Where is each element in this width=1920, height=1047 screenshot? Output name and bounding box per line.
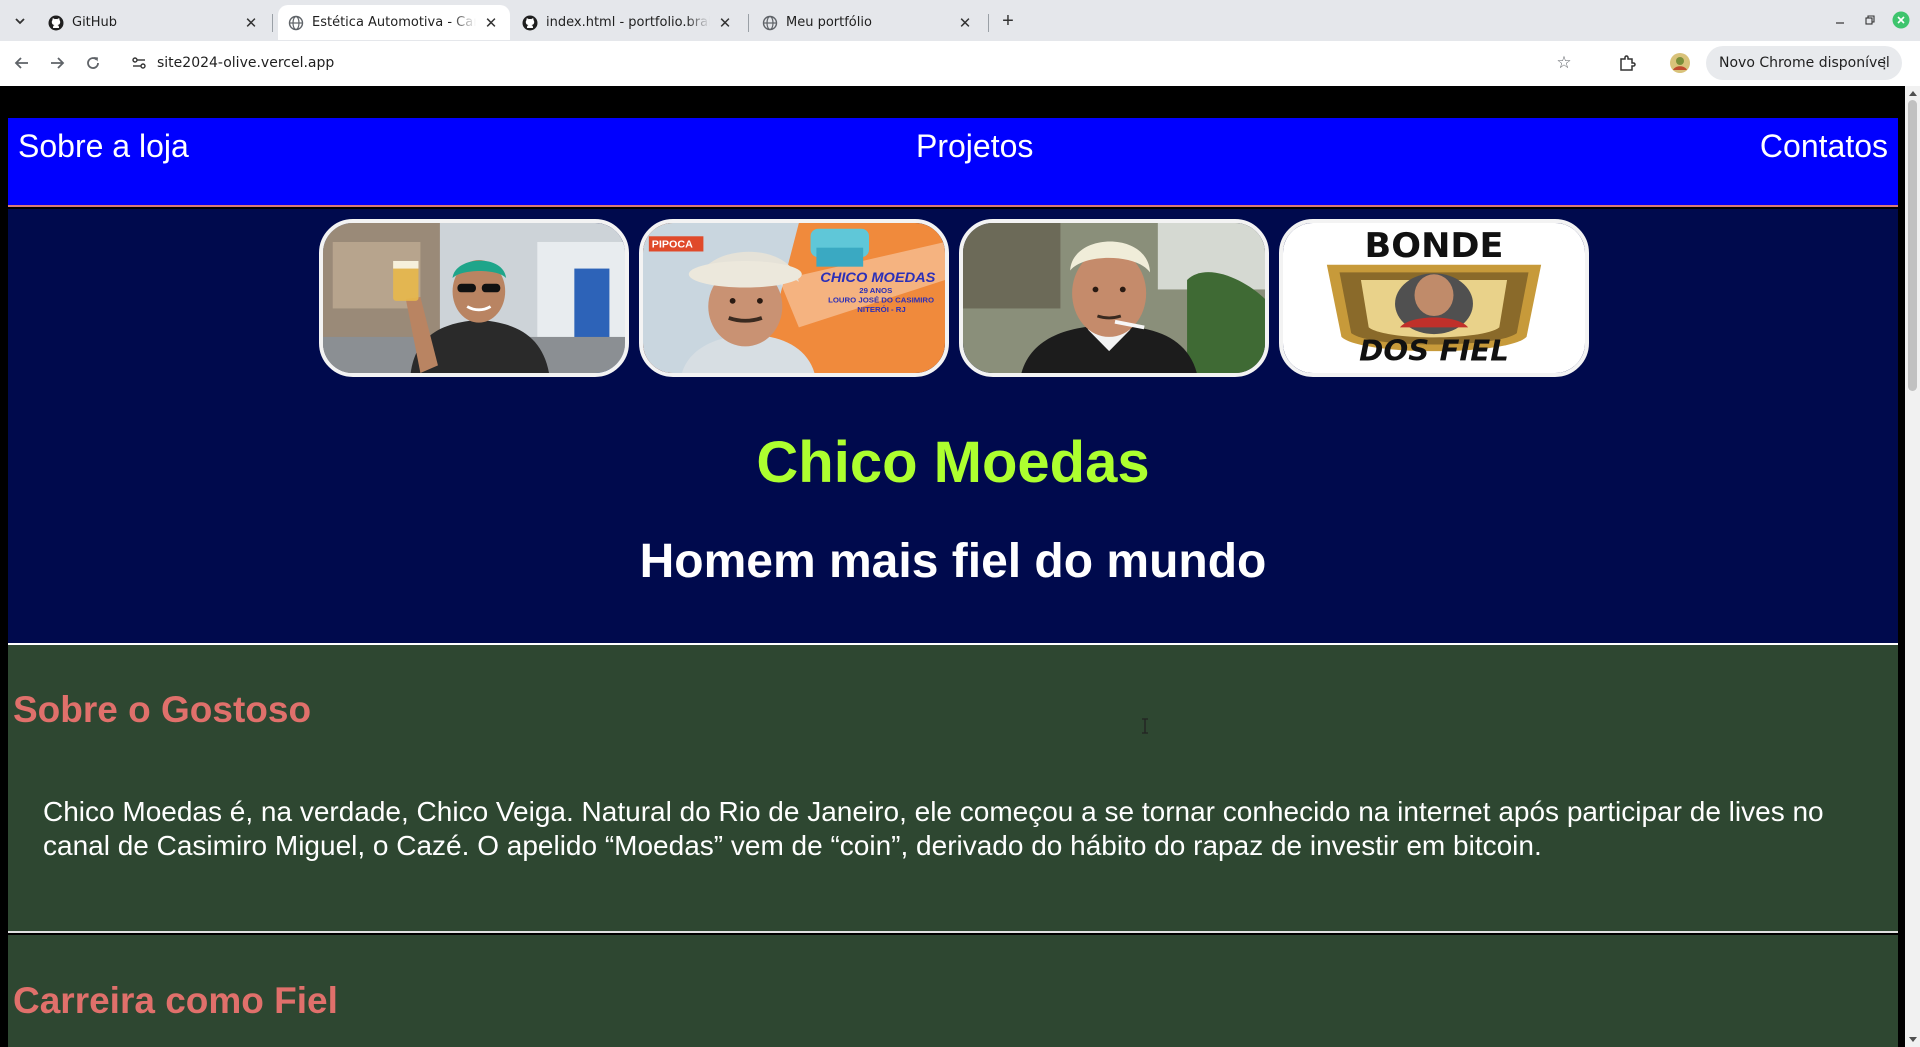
photo-bonde-badge: BONDE DOS FIEL bbox=[1279, 219, 1589, 377]
nav-link-projects[interactable]: Projetos bbox=[916, 128, 1033, 165]
github-icon bbox=[48, 15, 64, 30]
close-icon[interactable]: ✕ bbox=[242, 14, 260, 32]
about-heading: Sobre o Gostoso bbox=[13, 689, 312, 730]
globe-icon bbox=[762, 15, 778, 30]
poster-title: CHICO MOEDAS bbox=[820, 270, 936, 286]
update-label: Novo Chrome disponível bbox=[1719, 55, 1890, 71]
restore-icon bbox=[1865, 15, 1875, 25]
text-cursor-icon bbox=[1142, 718, 1148, 734]
extensions-button[interactable] bbox=[1615, 51, 1639, 75]
tab-title: index.html - portfolio.brabao bbox=[546, 15, 710, 30]
tab-title: Meu portfólio bbox=[786, 15, 872, 30]
address-bar[interactable]: site2024-olive.vercel.app ☆ bbox=[122, 46, 1582, 80]
github-icon bbox=[522, 15, 538, 30]
poster-line-2: NITERÓI - RJ bbox=[857, 305, 905, 314]
back-button[interactable] bbox=[10, 51, 34, 75]
puzzle-icon bbox=[1620, 55, 1636, 71]
scroll-up-arrow-icon[interactable] bbox=[1909, 91, 1917, 96]
tab-title: GitHub bbox=[72, 15, 118, 30]
new-tab-button[interactable]: + bbox=[995, 8, 1021, 34]
window-close-button[interactable] bbox=[1891, 10, 1911, 30]
poster-line-1: LOURO JOSÉ DO CASIMIRO bbox=[828, 296, 934, 305]
tab-github[interactable]: GitHub ✕ bbox=[38, 5, 270, 40]
badge-top-text: BONDE bbox=[1365, 227, 1504, 266]
nav-link-contacts[interactable]: Contatos bbox=[1760, 128, 1888, 165]
career-heading: Carreira como Fiel bbox=[13, 980, 338, 1021]
photo-smoking bbox=[959, 219, 1269, 377]
badge-bottom-text: DOS FIEL bbox=[1359, 334, 1509, 368]
hero-section: PIPOCA CHICO MOEDAS 29 ANOS LOURO JOSÉ D… bbox=[8, 209, 1898, 645]
browser-chrome: GitHub ✕ Estética Automotiva - Camaro ✕ … bbox=[0, 0, 1920, 86]
hero-title: Chico Moedas bbox=[756, 430, 1150, 495]
photo-toast bbox=[319, 219, 629, 377]
reload-button[interactable] bbox=[81, 51, 105, 75]
site-navbar: Sobre a loja Projetos Contatos bbox=[8, 118, 1898, 207]
arrow-right-icon bbox=[51, 57, 65, 69]
restore-button[interactable] bbox=[1860, 10, 1880, 30]
tab-index-html[interactable]: index.html - portfolio.brabao ✕ bbox=[512, 5, 744, 40]
tab-search-button[interactable] bbox=[8, 9, 32, 33]
chevron-down-icon bbox=[15, 18, 25, 25]
tab-strip: GitHub ✕ Estética Automotiva - Camaro ✕ … bbox=[0, 0, 1920, 41]
close-icon[interactable]: ✕ bbox=[482, 14, 500, 32]
chrome-update-button[interactable]: Novo Chrome disponível ⋮ bbox=[1706, 46, 1902, 80]
forward-button[interactable] bbox=[45, 51, 69, 75]
close-circle-icon bbox=[1892, 11, 1910, 29]
tab-separator bbox=[272, 14, 273, 32]
career-section: Carreira como Fiel bbox=[8, 935, 1898, 1047]
tab-title: Estética Automotiva - Camaro bbox=[312, 15, 476, 30]
tab-separator bbox=[748, 14, 749, 32]
reload-icon bbox=[87, 57, 99, 69]
page-viewport: Sobre a loja Projetos Contatos PIPOCA CH… bbox=[0, 86, 1905, 1047]
nav-link-about[interactable]: Sobre a loja bbox=[18, 128, 189, 165]
url-text: site2024-olive.vercel.app bbox=[157, 55, 335, 71]
about-text: Chico Moedas é, na verdade, Chico Veiga.… bbox=[43, 796, 1824, 861]
profile-button[interactable] bbox=[1668, 51, 1692, 75]
tab-meu-portfolio[interactable]: Meu portfólio ✕ bbox=[752, 5, 984, 40]
tab-separator bbox=[988, 14, 989, 32]
browser-toolbar: site2024-olive.vercel.app ☆ Novo Chrome … bbox=[0, 41, 1920, 86]
globe-icon bbox=[288, 15, 304, 30]
site-info-icon[interactable] bbox=[130, 54, 148, 72]
about-section: Sobre o Gostoso Chico Moedas é, na verda… bbox=[8, 645, 1898, 933]
page-scrollbar[interactable] bbox=[1905, 86, 1920, 1047]
poster-age: 29 ANOS bbox=[859, 286, 892, 295]
hero-subtitle: Homem mais fiel do mundo bbox=[639, 535, 1267, 588]
arrow-left-icon bbox=[14, 57, 28, 69]
pipoca-label: PIPOCA bbox=[652, 239, 693, 251]
scroll-down-arrow-icon[interactable] bbox=[1909, 1037, 1917, 1042]
avatar-icon bbox=[1670, 53, 1690, 73]
scrollbar-thumb[interactable] bbox=[1908, 100, 1917, 391]
tab-estetica[interactable]: Estética Automotiva - Camaro ✕ bbox=[278, 5, 510, 40]
minimize-button[interactable] bbox=[1830, 10, 1850, 30]
photo-pipoca-poster: PIPOCA CHICO MOEDAS 29 ANOS LOURO JOSÉ D… bbox=[639, 219, 949, 377]
menu-dots-icon[interactable]: ⋮ bbox=[1877, 54, 1892, 72]
close-icon[interactable]: ✕ bbox=[956, 14, 974, 32]
minimize-icon bbox=[1836, 22, 1844, 24]
close-icon[interactable]: ✕ bbox=[716, 14, 734, 32]
bookmark-star-icon[interactable]: ☆ bbox=[1554, 53, 1574, 73]
